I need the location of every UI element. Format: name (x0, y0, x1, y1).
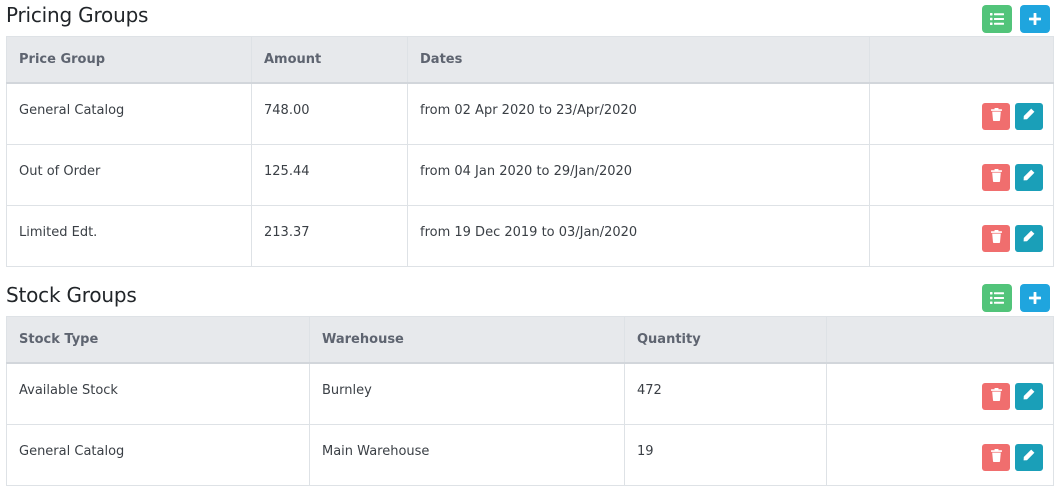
dates-cell: from 04 Jan 2020 to 29/Jan/2020 (407, 144, 870, 206)
actions-cell (826, 424, 1054, 486)
warehouse-cell: Burnley (309, 362, 625, 425)
price-group-cell: General Catalog (6, 82, 252, 145)
trash-icon (990, 168, 1002, 186)
table-row: Out of Order 125.44 from 04 Jan 2020 to … (6, 144, 1054, 206)
stock-add-button[interactable] (1020, 284, 1050, 312)
edit-button[interactable] (1015, 443, 1043, 471)
trash-icon (990, 107, 1002, 125)
actions-cell (826, 362, 1054, 425)
actions-cell (869, 144, 1054, 206)
plus-icon (1029, 292, 1041, 304)
stock-type-cell: General Catalog (6, 424, 310, 486)
column-header-actions (826, 316, 1054, 364)
dates-cell: from 19 Dec 2019 to 03/Jan/2020 (407, 205, 870, 267)
column-header-actions (869, 36, 1054, 84)
quantity-cell: 19 (624, 424, 827, 486)
column-header-amount[interactable]: Amount (251, 36, 408, 84)
amount-cell: 125.44 (251, 144, 408, 206)
stock-groups-table: Stock Type Warehouse Quantity Available … (6, 316, 1054, 486)
pricing-list-view-button[interactable] (982, 5, 1012, 33)
column-header-dates[interactable]: Dates (407, 36, 870, 84)
pencil-icon (1023, 108, 1035, 124)
delete-button[interactable] (982, 443, 1010, 471)
table-header-row: Stock Type Warehouse Quantity (6, 316, 1054, 364)
price-group-cell: Out of Order (6, 144, 252, 206)
list-icon (990, 13, 1004, 25)
warehouse-cell: Main Warehouse (309, 424, 625, 486)
amount-cell: 213.37 (251, 205, 408, 267)
edit-button[interactable] (1015, 163, 1043, 191)
edit-button[interactable] (1015, 224, 1043, 252)
edit-button[interactable] (1015, 102, 1043, 130)
table-row: General Catalog 748.00 from 02 Apr 2020 … (6, 82, 1054, 145)
actions-cell (869, 205, 1054, 267)
table-header-row: Price Group Amount Dates (6, 36, 1054, 84)
amount-cell: 748.00 (251, 82, 408, 145)
column-header-quantity[interactable]: Quantity (624, 316, 827, 364)
price-group-cell: Limited Edt. (6, 205, 252, 267)
pencil-icon (1023, 169, 1035, 185)
pencil-icon (1023, 449, 1035, 465)
stock-list-view-button[interactable] (982, 284, 1012, 312)
trash-icon (990, 387, 1002, 405)
column-header-stock-type[interactable]: Stock Type (6, 316, 310, 364)
list-icon (990, 292, 1004, 304)
table-row: Available Stock Burnley 472 (6, 362, 1054, 425)
delete-button[interactable] (982, 382, 1010, 410)
pricing-add-button[interactable] (1020, 5, 1050, 33)
plus-icon (1029, 13, 1041, 25)
stock-groups-title: Stock Groups (6, 283, 137, 307)
delete-button[interactable] (982, 163, 1010, 191)
pencil-icon (1023, 230, 1035, 246)
delete-button[interactable] (982, 102, 1010, 130)
edit-button[interactable] (1015, 382, 1043, 410)
trash-icon (990, 229, 1002, 247)
pricing-groups-title: Pricing Groups (6, 3, 149, 27)
quantity-cell: 472 (624, 362, 827, 425)
column-header-warehouse[interactable]: Warehouse (309, 316, 625, 364)
pricing-groups-table: Price Group Amount Dates General Catalog… (6, 36, 1054, 267)
column-header-price-group[interactable]: Price Group (6, 36, 252, 84)
stock-type-cell: Available Stock (6, 362, 310, 425)
table-row: Limited Edt. 213.37 from 19 Dec 2019 to … (6, 205, 1054, 267)
delete-button[interactable] (982, 224, 1010, 252)
pencil-icon (1023, 388, 1035, 404)
dates-cell: from 02 Apr 2020 to 23/Apr/2020 (407, 82, 870, 145)
trash-icon (990, 448, 1002, 466)
table-row: General Catalog Main Warehouse 19 (6, 424, 1054, 486)
actions-cell (869, 82, 1054, 145)
